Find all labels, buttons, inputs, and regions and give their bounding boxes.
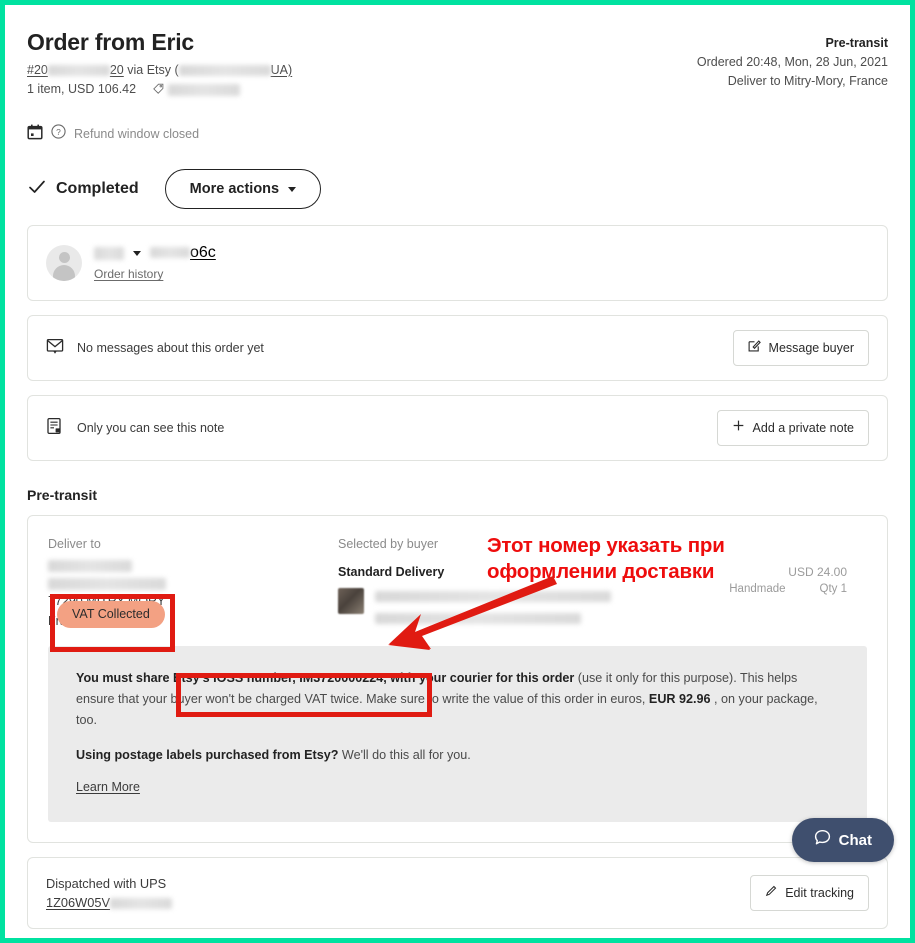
messages-card: No messages about this order yet Message… [27, 315, 888, 381]
ioss-paragraph: You must share Etsy's IOSS number, IM372… [76, 668, 839, 731]
buyer-username-redaction [150, 247, 190, 259]
private-note-card: Only you can see this note Add a private… [27, 395, 888, 461]
tracking-number-prefix: 1Z06W05V [46, 895, 111, 910]
screenshot-frame: Order from Eric #20 20 via Etsy (UA) 1 it… [0, 0, 915, 943]
tracking-number-link[interactable]: 1Z06W05V [46, 893, 173, 912]
question-circle-icon[interactable]: ? [51, 124, 66, 144]
completed-label: Completed [56, 180, 139, 197]
pencil-icon [765, 884, 777, 902]
order-number-redaction [47, 65, 110, 77]
chevron-down-icon[interactable] [133, 250, 141, 256]
dispatch-info: Dispatched with UPS 1Z06W05V [46, 874, 173, 912]
postage-answer: We'll do this all for you. [338, 748, 471, 762]
order-history-link[interactable]: Order history [94, 267, 216, 281]
product-thumbnail [338, 588, 364, 614]
private-note-icon [46, 417, 64, 440]
vat-collected-wrap: VAT Collected [57, 601, 165, 628]
price-block: USD 24.00 Handmade Qty 1 [729, 564, 847, 595]
ioss-lead-a: You must share [76, 671, 174, 685]
ioss-number-text: Etsy's IOSS number, IM3720000224, [173, 671, 387, 685]
add-private-note-button[interactable]: Add a private note [716, 410, 869, 446]
avatar[interactable] [46, 245, 82, 281]
buyer-username-suffix: o6c [190, 244, 216, 261]
eur-amount: EUR 92.96 [648, 692, 711, 706]
address-street-redaction [48, 573, 338, 591]
more-actions-label: More actions [189, 181, 280, 197]
quantity-label: Qty 1 [819, 583, 847, 595]
refund-window-text: Refund window closed [74, 127, 200, 141]
chevron-down-icon [288, 186, 297, 192]
status-badge: Pre-transit [825, 36, 888, 50]
messages-info: No messages about this order yet [46, 337, 264, 360]
tag-icon [153, 82, 167, 96]
order-items-price: 1 item, USD 106.42 [27, 82, 137, 96]
buyer-info: o6c Order history [94, 244, 216, 281]
order-status-row: Completed More actions [27, 167, 888, 211]
chat-button[interactable]: Chat [791, 818, 894, 862]
order-number-prefix[interactable]: #20 [27, 63, 48, 77]
chat-bubble-icon [814, 829, 831, 851]
envelope-icon [46, 337, 64, 360]
shop-name-redaction [178, 65, 271, 77]
buyer-username[interactable]: o6c [150, 244, 216, 262]
buyer-name-redaction [94, 246, 124, 260]
order-header-right: Pre-transit Ordered 20:48, Mon, 28 Jun, … [697, 33, 888, 91]
check-icon [27, 177, 47, 202]
note-text: Only you can see this note [77, 421, 225, 435]
deliver-to-label: Deliver to [48, 537, 101, 551]
handmade-label: Handmade [729, 583, 786, 595]
shipment-card: Deliver to 77290 MITRY-MORY France Selec… [27, 515, 888, 843]
postage-paragraph: Using postage labels purchased from Etsy… [76, 745, 839, 766]
edit-tracking-button[interactable]: Edit tracking [750, 875, 869, 911]
more-actions-button[interactable]: More actions [164, 169, 322, 209]
completed-status: Completed [27, 177, 139, 202]
order-detail-page: Order from Eric #20 20 via Etsy (UA) 1 it… [5, 5, 910, 938]
calendar-icon [27, 124, 43, 145]
note-info: Only you can see this note [46, 417, 224, 440]
plus-icon [732, 419, 745, 437]
message-buyer-button[interactable]: Message buyer [732, 330, 869, 366]
messages-text: No messages about this order yet [77, 341, 264, 355]
ioss-lead-b: with your courier for this order [386, 671, 575, 685]
message-buyer-label: Message buyer [768, 341, 854, 355]
compose-icon [748, 339, 761, 357]
dispatch-card: Dispatched with UPS 1Z06W05V Edit tracki… [27, 857, 888, 929]
vat-collected-badge: VAT Collected [57, 601, 165, 628]
deliver-to-summary: Deliver to Mitry-Mory, France [727, 74, 888, 88]
shipment-section-title: Pre-transit [27, 487, 98, 503]
order-header: Order from Eric #20 20 via Etsy (UA) 1 it… [27, 27, 888, 113]
add-private-note-label: Add a private note [752, 421, 854, 435]
chat-label: Chat [838, 831, 872, 849]
address-name-redaction [48, 555, 338, 573]
red-arrow-icon [388, 576, 557, 650]
learn-more-link[interactable]: Learn More [76, 780, 140, 794]
postage-question: Using postage labels purchased from Etsy… [76, 748, 339, 762]
ioss-notice: You must share Etsy's IOSS number, IM372… [48, 646, 867, 822]
order-number-suffix[interactable]: 20 [110, 63, 124, 77]
buyer-card: o6c Order history [27, 225, 888, 301]
shop-name-suffix[interactable]: UA) [271, 63, 293, 77]
coupon-redaction [167, 83, 240, 96]
refund-window-row: ? Refund window closed [27, 123, 888, 145]
edit-tracking-label: Edit tracking [785, 886, 854, 900]
annotation-line-1: Этот номер указать при [487, 534, 725, 557]
buyer-name-row: o6c [94, 244, 216, 262]
ordered-timestamp: Ordered 20:48, Mon, 28 Jun, 2021 [696, 55, 888, 69]
item-price: USD 24.00 [788, 565, 847, 579]
via-etsy-text: via Etsy ( [127, 63, 179, 77]
svg-text:?: ? [56, 127, 61, 137]
dispatch-carrier: Dispatched with UPS [46, 876, 167, 891]
